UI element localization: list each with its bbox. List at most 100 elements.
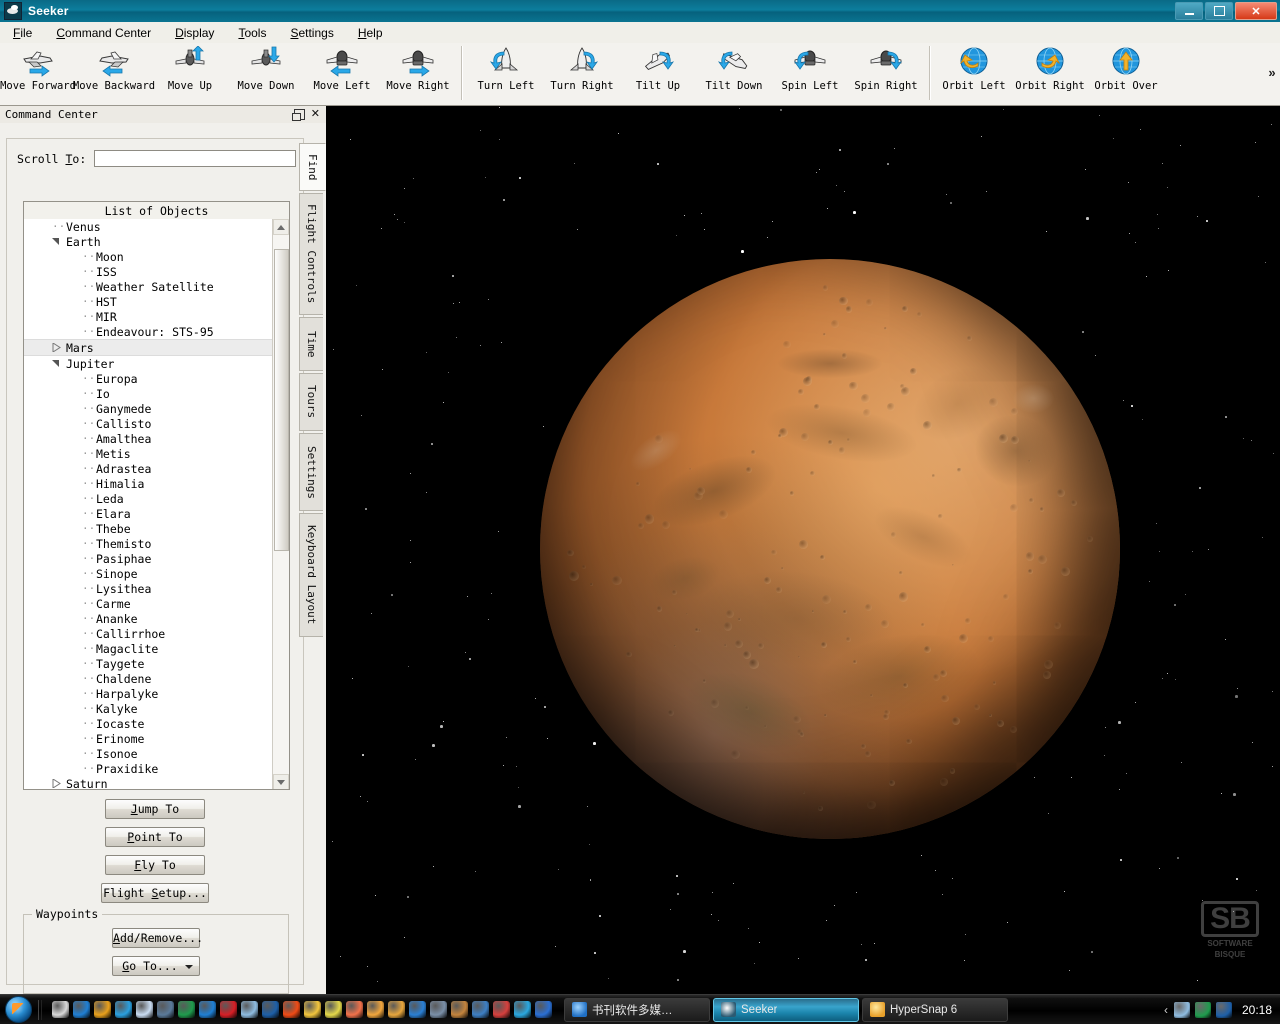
toolbar-button-turn-right[interactable]: Turn Right	[544, 43, 620, 104]
umbrella-tray-icon[interactable]	[1194, 1001, 1211, 1018]
tree-item-thebe[interactable]: ·· Thebe	[24, 521, 274, 536]
menu-file[interactable]: File	[2, 24, 43, 42]
toolbar-button-move-backward[interactable]: Move Backward	[73, 43, 155, 104]
button-fly-to[interactable]: Fly To	[105, 855, 205, 875]
tree-item-elara[interactable]: ·· Elara	[24, 506, 274, 521]
taskbar-window-item-0[interactable]: 书刊软件多媒…	[564, 997, 710, 1022]
toolbar-button-spin-right[interactable]: Spin Right	[848, 43, 924, 104]
tree-item-harpalyke[interactable]: ·· Harpalyke	[24, 686, 274, 701]
media-player-icon[interactable]	[115, 1001, 132, 1018]
tree-item-sinope[interactable]: ·· Sinope	[24, 566, 274, 581]
tree-item-callisto[interactable]: ·· Callisto	[24, 416, 274, 431]
download-icon[interactable]	[283, 1001, 300, 1018]
tab-tours[interactable]: Tours	[299, 373, 323, 431]
toolbar-button-spin-left[interactable]: Spin Left	[772, 43, 848, 104]
scroll-to-input[interactable]	[94, 150, 297, 167]
tree-item-taygete[interactable]: ·· Taygete	[24, 656, 274, 671]
tree-item-chaldene[interactable]: ·· Chaldene	[24, 671, 274, 686]
tree-item-venus[interactable]: ·· Venus	[24, 219, 274, 234]
toolbar-button-turn-left[interactable]: Turn Left	[468, 43, 544, 104]
waypoints-go-to-button[interactable]: Go To...	[112, 956, 200, 976]
tree-item-praxidike[interactable]: ·· Praxidike	[24, 761, 274, 776]
object-tree-list[interactable]: ·· Venus Earth ·· Moon ·· ISS ·· Weather Satelli…	[24, 219, 274, 789]
menu-display[interactable]: Display	[164, 24, 225, 42]
maximize-button[interactable]	[1205, 2, 1233, 20]
tree-item-carme[interactable]: ·· Carme	[24, 596, 274, 611]
paint-icon[interactable]	[241, 1001, 258, 1018]
tool-icon[interactable]	[430, 1001, 447, 1018]
toolbar-overflow-chevron-icon[interactable]: »	[1264, 43, 1280, 101]
tree-item-themisto[interactable]: ·· Themisto	[24, 536, 274, 551]
tree-item-iocaste[interactable]: ·· Iocaste	[24, 716, 274, 731]
shield-tray-icon[interactable]	[1215, 1001, 1232, 1018]
folder-icon[interactable]	[388, 1001, 405, 1018]
tree-item-earth[interactable]: Earth	[24, 234, 274, 249]
tree-item-ganymede[interactable]: ·· Ganymede	[24, 401, 274, 416]
tree-item-mir[interactable]: ·· MIR	[24, 309, 274, 324]
browser-alt-icon[interactable]	[451, 1001, 468, 1018]
tab-keyboard-layout[interactable]: Keyboard Layout	[299, 513, 323, 637]
button-jump-to[interactable]: Jump To	[105, 799, 205, 819]
scroll-up-button[interactable]	[273, 219, 289, 235]
close-panel-icon[interactable]: ✕	[311, 109, 320, 120]
kugou-k-icon[interactable]	[514, 1001, 531, 1018]
toolbar-button-orbit-over[interactable]: Orbit Over	[1088, 43, 1164, 104]
tree-item-endeavour-sts-95[interactable]: ·· Endeavour: STS-95	[24, 324, 274, 339]
compass-icon[interactable]	[535, 1001, 552, 1018]
tree-item-pasiphae[interactable]: ·· Pasiphae	[24, 551, 274, 566]
scroll-down-button[interactable]	[273, 774, 289, 789]
float-panel-icon[interactable]	[291, 109, 305, 121]
tree-item-moon[interactable]: ·· Moon	[24, 249, 274, 264]
toolbar-button-orbit-left[interactable]: Orbit Left	[936, 43, 1012, 104]
camera-app-icon[interactable]	[304, 1001, 321, 1018]
network-icon[interactable]	[409, 1001, 426, 1018]
tree-item-ananke[interactable]: ·· Ananke	[24, 611, 274, 626]
tab-flight-controls[interactable]: Flight Controls	[299, 193, 323, 315]
shield-blue-icon[interactable]	[262, 1001, 279, 1018]
flame-icon[interactable]	[493, 1001, 510, 1018]
tree-item-europa[interactable]: ·· Europa	[24, 371, 274, 386]
window-app-icon[interactable]	[472, 1001, 489, 1018]
toolbar-button-move-forward[interactable]: Move Forward	[0, 43, 76, 104]
tree-item-weather-satellite[interactable]: ·· Weather Satellite	[24, 279, 274, 294]
tab-time[interactable]: Time	[299, 317, 323, 371]
tree-item-mars[interactable]: Mars	[24, 339, 274, 356]
tab-find[interactable]: Find	[299, 143, 326, 191]
tree-expander-open-icon[interactable]	[52, 237, 64, 246]
notepad-icon[interactable]	[136, 1001, 153, 1018]
menu-tools[interactable]: Tools	[227, 24, 277, 42]
tree-item-magaclite[interactable]: ·· Magaclite	[24, 641, 274, 656]
tree-item-callirrhoe[interactable]: ·· Callirrhoe	[24, 626, 274, 641]
paint-tray-icon[interactable]	[1173, 1001, 1190, 1018]
acrobat-icon[interactable]	[220, 1001, 237, 1018]
tree-item-saturn[interactable]: Saturn	[24, 776, 274, 789]
tree-item-erinome[interactable]: ·· Erinome	[24, 731, 274, 746]
firefox-icon[interactable]	[94, 1001, 111, 1018]
tree-item-kalyke[interactable]: ·· Kalyke	[24, 701, 274, 716]
taskbar-window-item-2[interactable]: HyperSnap 6	[862, 997, 1008, 1022]
object-tree-scrollbar[interactable]	[272, 219, 289, 789]
close-button[interactable]: ✕	[1235, 2, 1277, 20]
tree-expander-closed-icon[interactable]	[52, 779, 64, 788]
globe-app-icon[interactable]	[199, 1001, 216, 1018]
taskbar-clock[interactable]: 20:18	[1242, 1003, 1272, 1017]
toolbar-button-orbit-right[interactable]: Orbit Right	[1012, 43, 1088, 104]
tree-item-io[interactable]: ·· Io	[24, 386, 274, 401]
tree-item-adrastea[interactable]: ·· Adrastea	[24, 461, 274, 476]
toolbar-button-tilt-down[interactable]: Tilt Down	[696, 43, 772, 104]
tree-expander-open-icon[interactable]	[52, 359, 64, 368]
button-point-to[interactable]: Point To	[105, 827, 205, 847]
menu-command-center[interactable]: Command Center	[45, 24, 162, 42]
menu-settings[interactable]: Settings	[279, 24, 344, 42]
tree-item-jupiter[interactable]: Jupiter	[24, 356, 274, 371]
toolbar-button-move-up[interactable]: Move Up	[152, 43, 228, 104]
toolbar-button-move-left[interactable]: Move Left	[304, 43, 380, 104]
taskbar-window-seeker[interactable]: Seeker	[713, 997, 859, 1022]
toolbar-button-tilt-up[interactable]: Tilt Up	[620, 43, 696, 104]
toolbar-button-move-down[interactable]: Move Down	[228, 43, 304, 104]
scrollbar-thumb[interactable]	[274, 249, 289, 551]
calculator-icon[interactable]	[52, 1001, 69, 1018]
minimize-button[interactable]	[1175, 2, 1203, 20]
3d-space-viewport[interactable]: SB SOFTWARE BISQUE	[332, 106, 1280, 995]
tree-item-iss[interactable]: ·· ISS	[24, 264, 274, 279]
